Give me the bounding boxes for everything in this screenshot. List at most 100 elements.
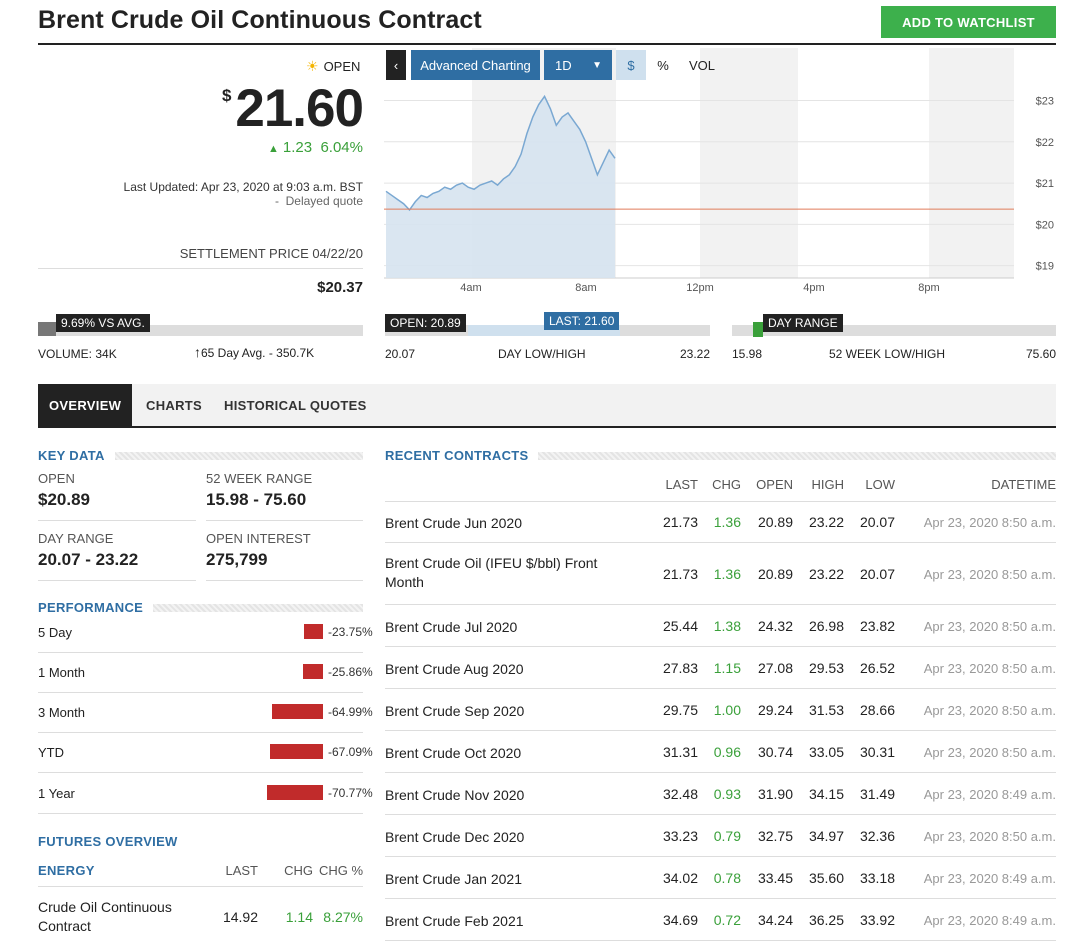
contract-low: 23.82: [859, 618, 895, 634]
contract-name[interactable]: Brent Crude Oil (IFEU $/bbl) Front Month: [385, 554, 615, 592]
contract-chg: 0.96: [713, 744, 741, 760]
week52-range-label: 52 WEEK LOW/HIGH: [829, 347, 946, 361]
change-percent: 6.04%: [320, 139, 363, 156]
contract-name[interactable]: Brent Crude Aug 2020: [385, 660, 615, 679]
contract-chg: 0.78: [713, 870, 741, 886]
contract-row[interactable]: Brent Crude Oct 2020 31.31 0.96 30.74 33.05 3…: [385, 731, 1056, 773]
contract-row[interactable]: Brent Crude Aug 2020 27.83 1.15 27.08 29.53 2…: [385, 647, 1056, 689]
percent-toggle[interactable]: %: [650, 50, 676, 80]
contract-open: 27.08: [757, 660, 793, 676]
title-divider: [38, 43, 1056, 45]
futures-row[interactable]: Crude Oil Continuous Contract 14.92 1.14…: [38, 898, 363, 942]
contract-name[interactable]: Brent Crude Feb 2021: [385, 912, 615, 931]
caret-down-icon: ▼: [592, 59, 602, 71]
x-tick-label: 12pm: [686, 282, 714, 294]
futures-divider: [38, 886, 363, 887]
currency-symbol: $: [222, 86, 232, 105]
recent-contracts-header: RECENT CONTRACTS: [385, 448, 1056, 463]
contract-datetime: Apr 23, 2020 8:50 a.m.: [923, 703, 1056, 718]
contract-last: 25.44: [662, 618, 698, 634]
contract-chg: 1.36: [713, 566, 741, 582]
contract-row[interactable]: Brent Crude Nov 2020 32.48 0.93 31.90 34.15 3…: [385, 773, 1056, 815]
contract-high: 35.60: [808, 870, 844, 886]
performance-divider: [38, 732, 363, 733]
delayed-quote-text: Delayed quote: [285, 194, 363, 208]
contract-name[interactable]: Brent Crude Nov 2020: [385, 786, 615, 805]
contract-low: 31.49: [859, 786, 895, 802]
futures-overview-header: FUTURES OVERVIEW: [38, 834, 363, 849]
performance-header: PERFORMANCE: [38, 600, 363, 615]
contract-row[interactable]: Brent Crude Feb 2021 34.69 0.72 34.24 36.25 3…: [385, 899, 1056, 941]
contract-row[interactable]: Brent Crude Jul 2020 25.44 1.38 24.32 26.98 2…: [385, 605, 1056, 647]
market-status-label: OPEN: [323, 59, 361, 74]
key-data-divider: [206, 580, 363, 581]
tab-charts[interactable]: CHARTS: [146, 384, 202, 426]
contract-chg: 1.15: [713, 660, 741, 676]
contract-last: 27.83: [662, 660, 698, 676]
performance-row: 5 Day -23.75%: [38, 624, 373, 665]
contract-datetime: Apr 23, 2020 8:50 a.m.: [923, 619, 1056, 634]
key-data-divider: [38, 520, 196, 521]
contract-open: 34.24: [757, 912, 793, 928]
performance-label: 1 Month: [38, 665, 85, 680]
tab-historical-quotes[interactable]: HISTORICAL QUOTES: [224, 384, 367, 426]
performance-row: YTD -67.09%: [38, 744, 373, 785]
futures-last: 14.92: [222, 909, 258, 925]
contract-name[interactable]: Brent Crude Jan 2021: [385, 870, 615, 889]
section-rule: [538, 451, 1056, 460]
section-rule: [153, 603, 363, 612]
contract-name[interactable]: Brent Crude Oct 2020: [385, 744, 615, 763]
contract-name[interactable]: Brent Crude Dec 2020: [385, 828, 615, 847]
contract-last: 34.69: [662, 912, 698, 928]
performance-title: PERFORMANCE: [38, 600, 144, 615]
range-select-value: 1D: [555, 57, 572, 73]
contract-row[interactable]: Brent Crude Jun 2020 21.73 1.36 20.89 23.22 2…: [385, 501, 1056, 543]
contract-row[interactable]: Brent Crude Jan 2021 34.02 0.78 33.45 35.60 3…: [385, 857, 1056, 899]
volume-toggle[interactable]: VOL: [682, 50, 722, 80]
open-interest-value: 275,799: [206, 550, 268, 569]
performance-divider: [38, 692, 363, 693]
performance-bar: [304, 624, 323, 639]
contracts-col-datetime: DATETIME: [991, 477, 1056, 492]
contract-low: 30.31: [859, 744, 895, 760]
futures-name[interactable]: Crude Oil Continuous Contract: [38, 898, 193, 936]
contract-row[interactable]: Brent Crude Dec 2020 33.23 0.79 32.75 34.97 3…: [385, 815, 1056, 857]
dollar-toggle[interactable]: $: [616, 50, 646, 80]
contract-high: 31.53: [808, 702, 844, 718]
performance-value: -23.75%: [328, 625, 373, 639]
performance-bar: [267, 785, 323, 800]
range52-value: 15.98 - 75.60: [206, 490, 307, 509]
key-data-divider: [206, 520, 363, 521]
contract-chg: 0.79: [713, 828, 741, 844]
chevron-left-icon: ‹: [393, 57, 399, 73]
contracts-col-chg: CHG: [712, 477, 741, 492]
contract-last: 29.75: [662, 702, 698, 718]
chart-collapse-button[interactable]: ‹: [386, 50, 406, 80]
add-to-watchlist-button[interactable]: ADD TO WATCHLIST: [881, 6, 1056, 38]
contract-last: 31.31: [662, 744, 698, 760]
contract-last: 21.73: [662, 514, 698, 530]
performance-value: -64.99%: [328, 705, 373, 719]
contract-name[interactable]: Brent Crude Jun 2020: [385, 514, 615, 533]
contract-name[interactable]: Brent Crude Sep 2020: [385, 702, 615, 721]
intraday-chart[interactable]: $23 $22 $21 $20 $19 4am 8am 12pm 4pm 8pm: [384, 48, 1056, 300]
last-price: 21.60: [235, 79, 364, 138]
day-high: 23.22: [679, 347, 710, 361]
contract-row[interactable]: Brent Crude Sep 2020 29.75 1.00 29.24 31.53 2…: [385, 689, 1056, 731]
futures-col-chg: CHG: [284, 863, 313, 878]
contract-datetime: Apr 23, 2020 8:50 a.m.: [923, 515, 1056, 530]
contract-name[interactable]: Brent Crude Jul 2020: [385, 618, 615, 637]
contract-high: 36.25: [808, 912, 844, 928]
performance-row: 1 Year -70.77%: [38, 785, 373, 826]
settlement-label: SETTLEMENT PRICE 04/22/20: [179, 246, 363, 261]
contract-low: 33.18: [859, 870, 895, 886]
contract-row[interactable]: Brent Crude Oil (IFEU $/bbl) Front Month…: [385, 543, 1056, 605]
advanced-charting-button[interactable]: Advanced Charting: [411, 50, 540, 80]
tab-overview[interactable]: OVERVIEW: [38, 384, 133, 426]
key-data-header: KEY DATA: [38, 448, 363, 463]
contract-high: 29.53: [808, 660, 844, 676]
performance-label: 3 Month: [38, 705, 85, 720]
contract-chg: 0.72: [713, 912, 741, 928]
x-tick-label: 4pm: [803, 282, 824, 294]
range-select[interactable]: 1D ▼: [544, 50, 612, 80]
